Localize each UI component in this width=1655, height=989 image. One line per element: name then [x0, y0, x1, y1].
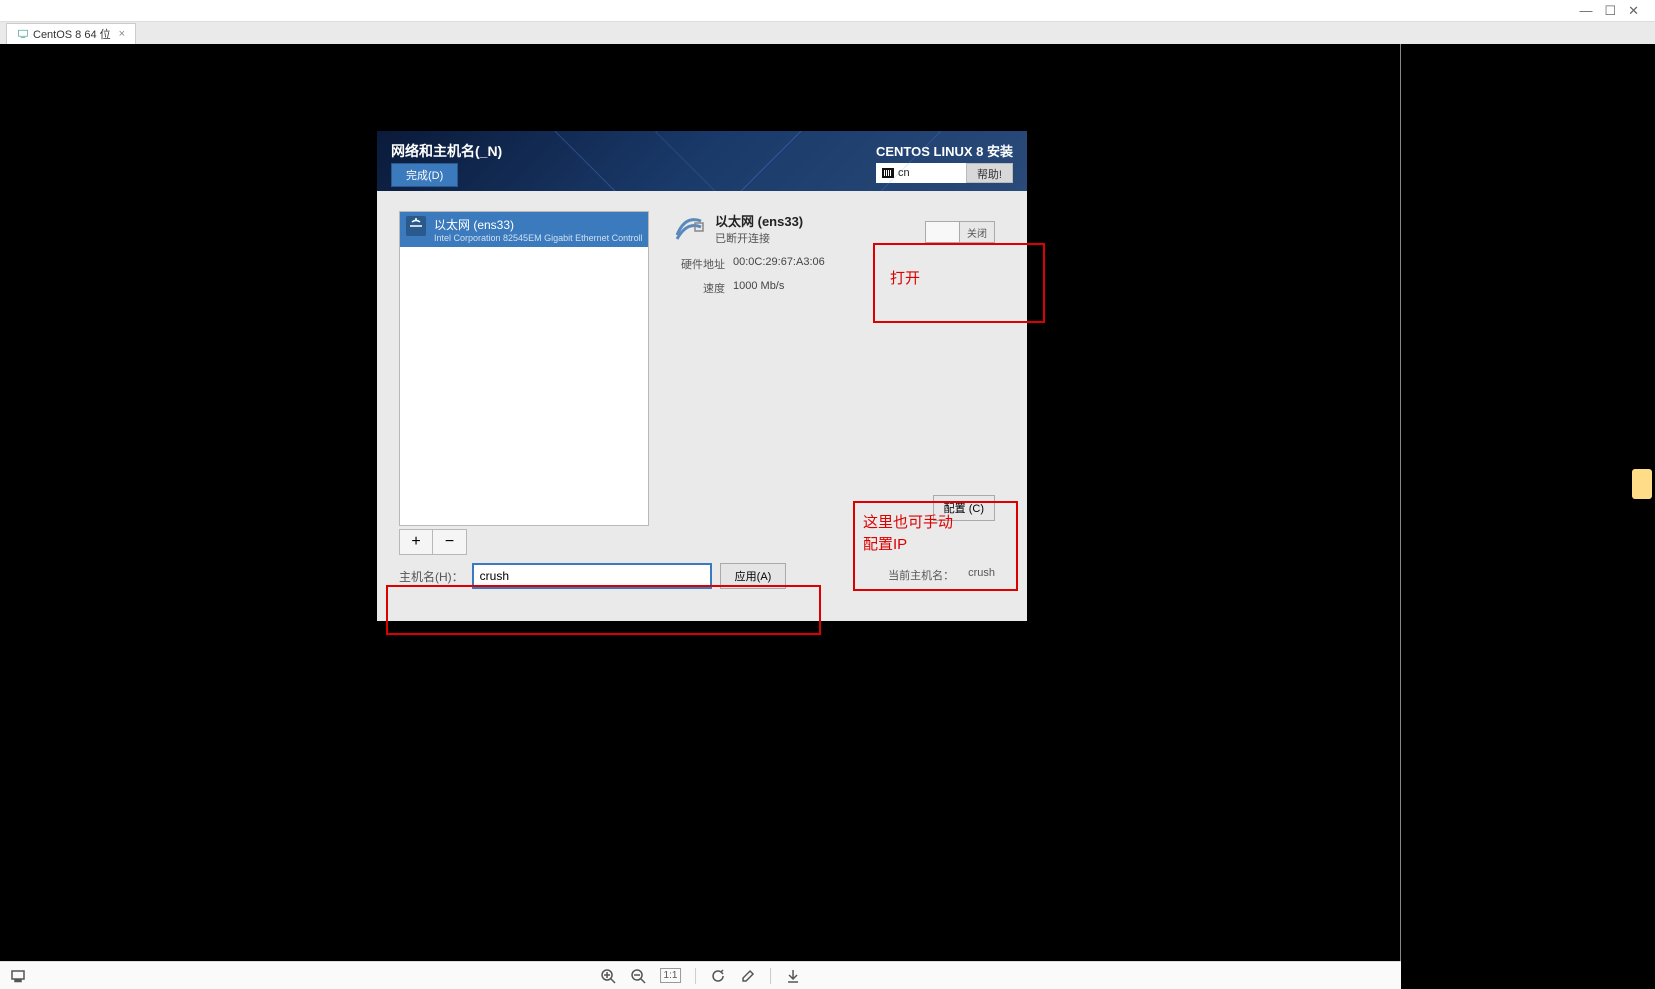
device-text-block: 以太网 (ens33) Intel Corporation 82545EM Gi… — [434, 216, 642, 243]
device-title: 以太网 (ens33) — [434, 216, 642, 233]
scroll-thumb[interactable] — [1632, 469, 1652, 499]
keyboard-layout-label: cn — [898, 167, 910, 179]
hostname-row: 主机名(H)： 应用(A) — [399, 563, 786, 589]
hostname-input[interactable] — [472, 563, 712, 589]
device-subtitle: Intel Corporation 82545EM Gigabit Ethern… — [434, 233, 642, 243]
installer-header: 网络和主机名(_N) 完成(D) CENTOS LINUX 8 安装 cn 帮助… — [377, 131, 1027, 191]
keyboard-icon — [882, 168, 894, 178]
apply-button[interactable]: 应用(A) — [720, 563, 787, 589]
zoom-out-icon[interactable] — [630, 968, 646, 984]
host-window-controls: ― ☐ ✕ — [0, 0, 1655, 22]
toolbar-divider-2 — [770, 968, 771, 984]
current-hostname: 当前主机名： crush — [888, 567, 995, 583]
right-strip — [1400, 44, 1655, 989]
ethernet-icon — [406, 216, 426, 236]
detail-rows: 硬件地址 00:0C:29:67:A3:06 速度 1000 Mb/s — [673, 256, 1013, 296]
device-item-ens33[interactable]: 以太网 (ens33) Intel Corporation 82545EM Gi… — [400, 212, 648, 247]
vm-toolbar: 1:1 — [0, 961, 1401, 989]
add-remove-controls: + − — [399, 529, 467, 555]
speed-value: 1000 Mb/s — [733, 280, 1013, 296]
hw-address-label: 硬件地址 — [673, 256, 733, 272]
remove-device-button[interactable]: − — [433, 529, 467, 555]
connection-toggle-area: 关闭 — [925, 221, 995, 243]
current-hostname-value: crush — [968, 567, 995, 583]
help-button[interactable]: 帮助! — [966, 163, 1013, 183]
speed-label: 速度 — [673, 280, 733, 296]
network-icon — [673, 211, 705, 243]
vm-tab-bar: CentOS 8 64 位 × — [0, 22, 1655, 44]
details-status: 已断开连接 — [715, 230, 803, 246]
toggle-thumb — [926, 222, 960, 242]
zoom-in-icon[interactable] — [600, 968, 616, 984]
edit-icon[interactable] — [740, 968, 756, 984]
configure-button-area: 配置 (C) — [933, 495, 995, 521]
toggle-off-label: 关闭 — [960, 222, 994, 242]
configure-button[interactable]: 配置 (C) — [933, 495, 995, 521]
hw-address-value: 00:0C:29:67:A3:06 — [733, 256, 1013, 272]
details-title: 以太网 (ens33) — [715, 211, 803, 230]
vm-tab-label: CentOS 8 64 位 — [33, 26, 111, 42]
vm-tab-centos[interactable]: CentOS 8 64 位 × — [6, 23, 136, 44]
device-list[interactable]: 以太网 (ens33) Intel Corporation 82545EM Gi… — [399, 211, 649, 526]
lang-row: cn 帮助! — [876, 163, 1013, 183]
close-icon[interactable]: × — [119, 28, 125, 40]
keyboard-layout-selector[interactable]: cn — [876, 163, 966, 183]
done-button[interactable]: 完成(D) — [391, 163, 458, 187]
zoom-fit-button[interactable]: 1:1 — [660, 968, 682, 983]
close-button[interactable]: ✕ — [1628, 3, 1639, 19]
toolbar-center: 1:1 — [600, 968, 802, 984]
minimize-button[interactable]: ― — [1579, 3, 1592, 18]
expand-icon[interactable] — [10, 968, 26, 984]
hostname-label: 主机名(H)： — [399, 568, 464, 585]
maximize-button[interactable]: ☐ — [1604, 3, 1616, 19]
vm-icon — [17, 28, 29, 40]
add-device-button[interactable]: + — [399, 529, 433, 555]
installer-body: 以太网 (ens33) Intel Corporation 82545EM Gi… — [391, 199, 1013, 607]
installer-window: 网络和主机名(_N) 完成(D) CENTOS LINUX 8 安装 cn 帮助… — [377, 131, 1027, 621]
page-title: 网络和主机名(_N) — [391, 141, 502, 161]
download-icon[interactable] — [785, 968, 801, 984]
refresh-icon[interactable] — [710, 968, 726, 984]
connection-toggle[interactable]: 关闭 — [925, 221, 995, 243]
current-hostname-label: 当前主机名： — [888, 567, 954, 583]
product-title: CENTOS LINUX 8 安装 — [876, 141, 1013, 160]
toolbar-divider — [695, 968, 696, 984]
